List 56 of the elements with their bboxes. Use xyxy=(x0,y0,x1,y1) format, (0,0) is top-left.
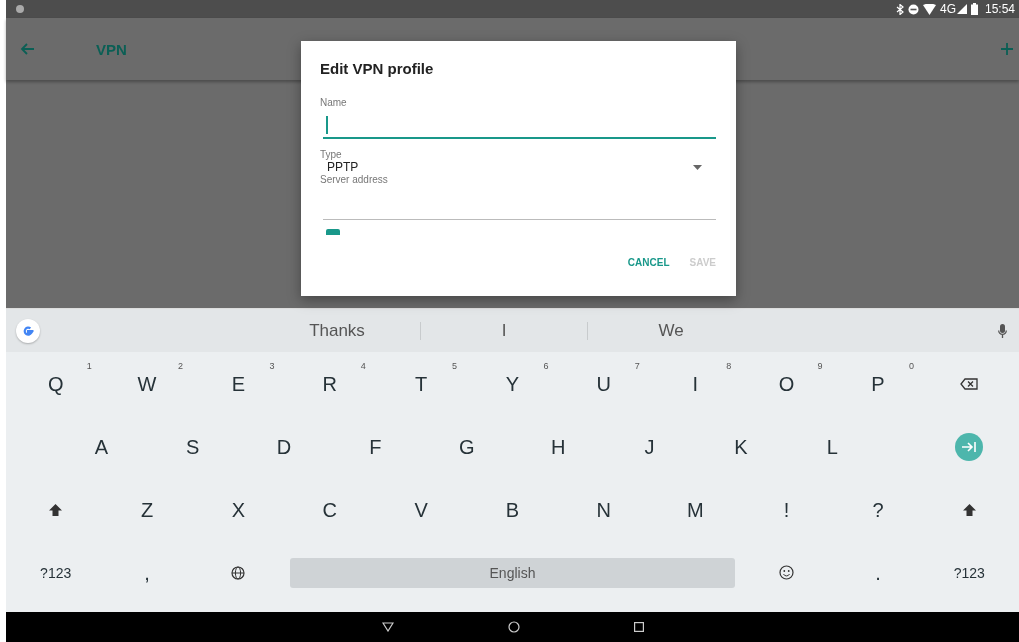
google-icon[interactable] xyxy=(16,318,40,343)
key[interactable]: L xyxy=(790,421,875,472)
emoji-icon[interactable] xyxy=(779,565,795,580)
dropdown-arrow-icon xyxy=(693,164,702,170)
tab-arrow-icon xyxy=(962,441,977,452)
key[interactable]: C xyxy=(287,484,372,535)
symbols-key[interactable]: ?123 xyxy=(947,557,992,588)
key[interactable]: X xyxy=(196,484,281,535)
app-bar-title: VPN xyxy=(96,40,128,58)
recents-icon[interactable] xyxy=(633,622,644,632)
next-field-button[interactable] xyxy=(955,432,984,461)
shift-icon[interactable] xyxy=(962,503,976,516)
network-type: 4G xyxy=(939,2,956,16)
key[interactable]: S xyxy=(150,421,235,472)
field-label: Name xyxy=(320,97,348,108)
back-icon[interactable] xyxy=(381,622,394,632)
space-bar[interactable]: English xyxy=(290,557,735,588)
home-icon[interactable] xyxy=(507,621,520,633)
key[interactable]: A xyxy=(59,421,144,472)
wifi-icon xyxy=(922,3,936,15)
key[interactable]: H xyxy=(516,421,601,472)
field-label: Type xyxy=(320,149,343,160)
type-dropdown[interactable]: PPTP xyxy=(320,160,716,174)
suggestion[interactable]: Thanks xyxy=(262,320,412,341)
dialog-title: Edit VPN profile xyxy=(320,60,435,77)
signal-icon xyxy=(956,4,967,14)
key[interactable]: V xyxy=(379,484,464,535)
microphone-icon[interactable] xyxy=(998,323,1007,338)
backspace-icon[interactable] xyxy=(960,377,979,390)
key[interactable]: B xyxy=(470,484,555,535)
field-label: Server address xyxy=(320,174,389,185)
suggestion[interactable]: We xyxy=(596,320,746,341)
key[interactable]: Z xyxy=(105,484,190,535)
shift-icon[interactable] xyxy=(49,503,63,516)
clock: 15:54 xyxy=(984,2,1015,16)
cancel-button[interactable]: CANCEL xyxy=(619,253,670,272)
battery-icon xyxy=(970,3,978,15)
key[interactable]: , xyxy=(105,547,190,598)
key[interactable]: N xyxy=(561,484,646,535)
bluetooth-icon xyxy=(895,3,904,15)
key[interactable]: G xyxy=(424,421,509,472)
key[interactable]: M xyxy=(653,484,738,535)
key[interactable]: ? xyxy=(835,484,920,535)
key[interactable]: ! xyxy=(744,484,829,535)
suggestion[interactable]: I xyxy=(429,320,579,341)
notification-icon xyxy=(16,5,24,13)
key[interactable]: D xyxy=(242,421,327,472)
text-cursor xyxy=(326,116,328,134)
key[interactable]: K xyxy=(698,421,783,472)
key[interactable]: F xyxy=(333,421,418,472)
key[interactable]: J xyxy=(607,421,692,472)
input-field[interactable] xyxy=(323,113,716,139)
symbols-key[interactable]: ?123 xyxy=(33,557,78,588)
globe-icon[interactable] xyxy=(231,565,246,580)
key[interactable]: . xyxy=(835,547,920,598)
do-not-disturb-icon xyxy=(907,3,919,15)
